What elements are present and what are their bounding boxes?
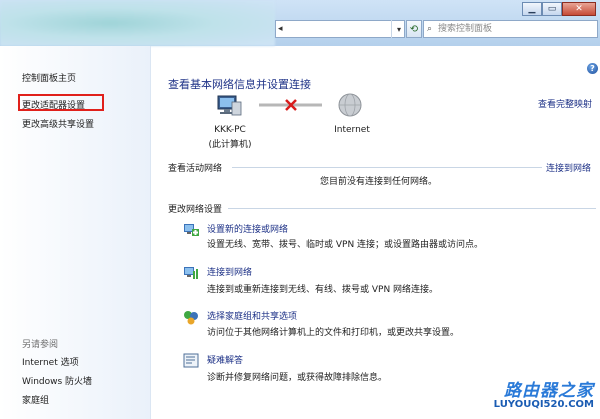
page-title: 查看基本网络信息并设置连接 [168,78,311,91]
close-button[interactable]: ✕ [562,2,596,16]
divider [228,208,596,209]
maximize-button[interactable]: ▭ [542,2,562,16]
see-also-header: 另请参阅 [22,340,59,350]
watermark-url: LUYOUQI520.COM [493,399,594,410]
task-link-troubleshoot[interactable]: 疑难解答 [207,353,243,366]
see-also-internet-options[interactable]: Internet 选项 [22,355,79,368]
search-icon: ⌕ [427,24,433,34]
internet-globe-icon[interactable] [338,93,362,117]
computer-name: KKK-PC [214,125,246,135]
blurred-region [0,0,275,46]
computer-sub-label: (此计算机) [208,140,252,150]
full-map-link[interactable]: 查看完整映射 [538,97,592,110]
highlight-box [18,94,104,111]
see-also-homegroup[interactable]: 家庭组 [22,393,49,406]
internet-label: Internet [334,125,370,135]
address-bar[interactable]: ◂ [275,20,405,38]
network-map [217,93,362,117]
minimize-button[interactable]: ▁ [522,2,542,16]
task-desc-troubleshoot: 诊断并修复网络问题，或获得故障排除信息。 [207,373,388,383]
task-desc-homegroup: 访问位于其他网络计算机上的文件和打印机，或更改共享设置。 [207,328,460,338]
active-networks-title: 查看活动网络 [168,164,223,174]
computer-icon[interactable] [217,95,242,116]
task-link-homegroup[interactable]: 选择家庭组和共享选项 [207,309,297,322]
task-link-new-connection[interactable]: 设置新的连接或网络 [207,222,288,235]
task-link-connect-network[interactable]: 连接到网络 [207,265,252,278]
see-also-firewall[interactable]: Windows 防火墙 [22,374,92,387]
sidebar-item-home[interactable]: 控制面板主页 [22,71,76,84]
watermark-logo: 路由器之家 LUYOUQI520.COM [480,372,600,419]
connect-network-icon [184,267,198,279]
task-desc-connect-network: 连接到或重新连接到无线、有线、拨号或 VPN 网络连接。 [207,285,439,295]
troubleshoot-icon [183,353,199,368]
no-connection-message: 您目前没有连接到任何网络。 [320,177,438,187]
homegroup-icon [184,311,198,325]
address-dropdown-icon[interactable]: ▾ [391,20,406,38]
address-value: ◂ [278,24,283,34]
sidebar-item-advanced-sharing[interactable]: 更改高级共享设置 [22,117,94,130]
search-placeholder: 搜索控制面板 [438,24,493,34]
search-input[interactable]: ⌕ 搜索控制面板 [423,20,598,38]
new-connection-icon [184,224,199,236]
refresh-icon[interactable]: ⟲ [406,20,422,38]
divider [232,167,542,168]
change-settings-title: 更改网络设置 [168,205,223,215]
task-desc-new-connection: 设置无线、宽带、拨号、临时或 VPN 连接；或设置路由器或访问点。 [207,240,484,250]
window-controls: ▁ ▭ ✕ [522,2,596,16]
watermark-title: 路由器之家 [504,381,594,401]
connect-to-network-link[interactable]: 连接到网络 [546,161,591,174]
help-icon[interactable]: ? [587,63,598,74]
